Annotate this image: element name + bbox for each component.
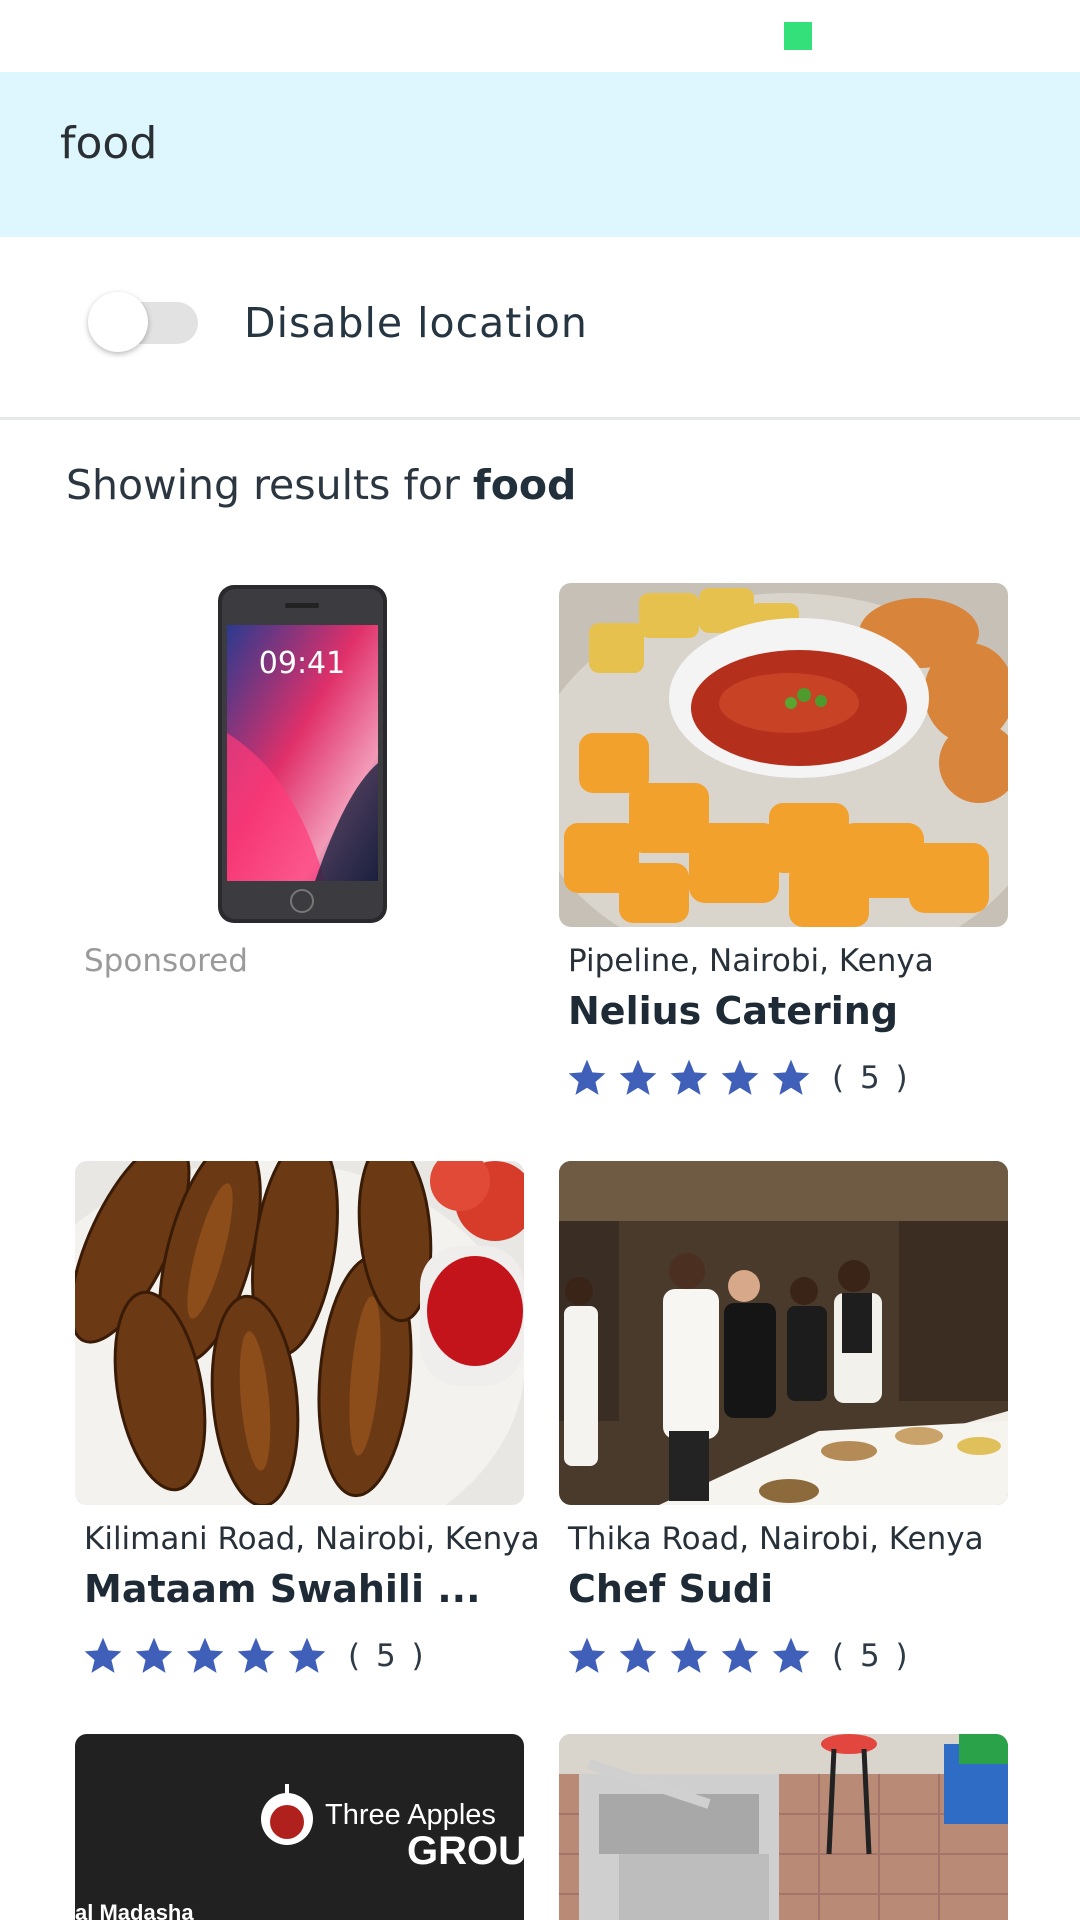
kitchen-equipment-photo[interactable] bbox=[559, 1734, 1008, 1920]
rating-stars: ( 5 ) bbox=[565, 1631, 911, 1681]
star-icon bbox=[568, 1059, 606, 1095]
search-query[interactable]: food bbox=[60, 118, 157, 170]
listing-name[interactable]: Nelius Catering bbox=[568, 987, 898, 1035]
star-icon bbox=[772, 1637, 810, 1673]
star-icon bbox=[186, 1637, 224, 1673]
star-icon bbox=[721, 1637, 759, 1673]
status-indicator-icon bbox=[784, 22, 812, 50]
listing-name[interactable]: Mataam Swahili ... bbox=[84, 1565, 481, 1613]
rating-count: ( 5 ) bbox=[832, 1638, 911, 1674]
logo-subtext: GROU bbox=[407, 1829, 524, 1873]
svg-text:09:41: 09:41 bbox=[259, 646, 345, 681]
fried-plantain-photo[interactable] bbox=[75, 1161, 524, 1505]
star-icon bbox=[619, 1637, 657, 1673]
divider bbox=[0, 417, 1080, 420]
results-heading: Showing results for food bbox=[66, 460, 576, 510]
rating-stars: ( 5 ) bbox=[81, 1631, 427, 1681]
listing-location: Pipeline, Nairobi, Kenya bbox=[568, 943, 934, 979]
sponsored-label: Sponsored bbox=[84, 943, 248, 979]
results-term: food bbox=[472, 461, 577, 509]
listing-name[interactable]: Chef Sudi bbox=[568, 1565, 773, 1613]
search-bar[interactable] bbox=[0, 72, 1080, 237]
iphone-ad-image[interactable]: 09:41 bbox=[75, 583, 524, 927]
chefs-event-photo[interactable] bbox=[559, 1161, 1008, 1505]
star-icon bbox=[568, 1637, 606, 1673]
star-icon bbox=[84, 1637, 122, 1673]
star-icon bbox=[237, 1637, 275, 1673]
logo-caption: al Madasha bbox=[75, 1900, 194, 1920]
star-icon bbox=[670, 1059, 708, 1095]
listing-location: Kilimani Road, Nairobi, Kenya bbox=[84, 1521, 540, 1557]
fried-snacks-photo[interactable] bbox=[559, 583, 1008, 927]
rating-count: ( 5 ) bbox=[832, 1060, 911, 1096]
location-toggle-label: Disable location bbox=[244, 299, 588, 347]
rating-stars: ( 5 ) bbox=[565, 1053, 911, 1103]
toggle-knob[interactable] bbox=[88, 292, 148, 352]
star-icon bbox=[619, 1059, 657, 1095]
listing-location: Thika Road, Nairobi, Kenya bbox=[568, 1521, 984, 1557]
star-icon bbox=[670, 1637, 708, 1673]
star-icon bbox=[772, 1059, 810, 1095]
three-apples-logo-photo[interactable]: Three Apples GROU al Madasha bbox=[75, 1734, 524, 1920]
logo-text: Three Apples bbox=[325, 1799, 496, 1831]
star-icon bbox=[288, 1637, 326, 1673]
status-bar bbox=[0, 0, 1080, 72]
star-icon bbox=[721, 1059, 759, 1095]
rating-count: ( 5 ) bbox=[348, 1638, 427, 1674]
star-icon bbox=[135, 1637, 173, 1673]
results-prefix: Showing results for bbox=[66, 461, 473, 509]
